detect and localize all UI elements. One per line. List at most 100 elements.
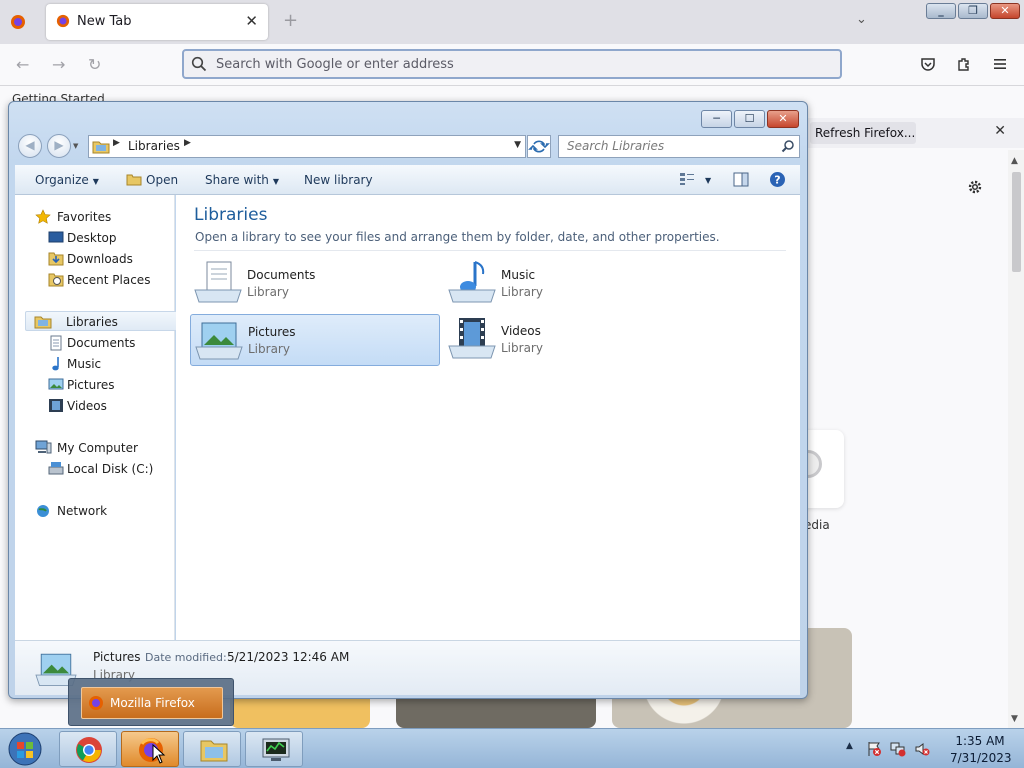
open-button[interactable]: Open (126, 173, 178, 187)
downloads-folder-icon (48, 251, 64, 269)
organize-menu[interactable]: Organize ▼ (35, 173, 99, 187)
tree-item-documents[interactable]: Documents (15, 333, 175, 353)
arrow-left-icon: ◀ (25, 138, 35, 152)
folder-icon (199, 736, 229, 767)
open-folder-icon (126, 174, 142, 186)
share-with-menu[interactable]: Share with ▼ (205, 173, 279, 187)
refresh-button[interactable] (527, 135, 551, 158)
view-options-icon[interactable] (679, 172, 695, 189)
notification-close-icon[interactable]: ✕ (994, 123, 1006, 139)
tab-new-tab[interactable]: New Tab ✕ (46, 4, 268, 40)
address-bar[interactable]: ▶ Libraries ▶ ▼ (88, 135, 526, 158)
action-center-icon[interactable] (866, 741, 882, 760)
back-button[interactable]: ← (16, 55, 29, 74)
restore-button[interactable]: ❐ (958, 3, 988, 19)
tree-item-pictures[interactable]: Pictures (15, 375, 175, 395)
close-button[interactable]: ✕ (990, 3, 1020, 19)
forward-button[interactable]: ▶ (47, 134, 71, 158)
firefox-icon[interactable] (10, 14, 26, 33)
close-button[interactable]: ✕ (767, 110, 799, 128)
computer-icon (35, 440, 52, 458)
search-libraries-input[interactable]: Search Libraries (558, 135, 800, 158)
tree-item-my-computer[interactable]: My Computer (15, 438, 175, 458)
clock-time[interactable]: 1:35 AM (950, 734, 1010, 748)
mouse-cursor-icon (152, 743, 166, 767)
svg-text:?: ? (774, 174, 780, 187)
minimize-button[interactable]: _ (926, 3, 956, 19)
gear-icon[interactable] (966, 178, 984, 199)
taskbar-task-manager[interactable] (245, 731, 303, 767)
chrome-icon (75, 736, 103, 767)
page-scrollbar[interactable]: ▲ ▼ (1008, 150, 1024, 728)
url-placeholder: Search with Google or enter address (216, 57, 454, 72)
documents-icon (49, 335, 63, 354)
pocket-icon[interactable] (920, 56, 936, 75)
tree-item-downloads[interactable]: Downloads (15, 249, 175, 269)
breadcrumb-libraries[interactable]: Libraries (128, 139, 180, 153)
tree-item-local-disk[interactable]: Local Disk (C:) (15, 459, 175, 479)
library-item-documents[interactable]: Documents Library (190, 258, 440, 310)
network-status-icon[interactable] (890, 741, 906, 760)
extensions-icon[interactable] (956, 56, 972, 75)
menu-icon[interactable] (992, 56, 1008, 75)
libraries-content-pane: Libraries Open a library to see your fil… (176, 195, 800, 640)
library-item-pictures[interactable]: Pictures Library (190, 314, 440, 366)
page-subtitle: Open a library to see your files and arr… (195, 230, 720, 244)
minimize-button[interactable]: ─ (701, 110, 732, 128)
drive-icon (48, 461, 64, 479)
refresh-firefox-button[interactable]: Refresh Firefox... (810, 122, 916, 144)
forward-button[interactable]: → (52, 55, 65, 74)
list-all-tabs-button[interactable]: ⌄ (856, 12, 867, 27)
url-bar[interactable]: Search with Google or enter address (182, 49, 842, 79)
start-button[interactable] (6, 731, 44, 767)
new-library-button[interactable]: New library (304, 173, 373, 187)
tree-item-music[interactable]: Music (15, 354, 175, 374)
documents-library-icon (193, 260, 243, 309)
tree-item-recent-places[interactable]: Recent Places (15, 270, 175, 290)
taskbar-chrome[interactable] (59, 731, 117, 767)
pictures-library-icon (194, 317, 244, 366)
recent-pages-dropdown-icon[interactable]: ▼ (73, 142, 78, 150)
scrollbar-thumb[interactable] (1012, 172, 1021, 272)
libraries-folder-icon (92, 139, 110, 157)
firefox-icon (88, 695, 104, 714)
view-dropdown-icon[interactable]: ▼ (705, 176, 711, 185)
volume-muted-icon[interactable] (914, 741, 930, 760)
scroll-up-icon[interactable]: ▲ (1011, 156, 1018, 166)
show-hidden-icons-icon[interactable]: ▲ (846, 741, 853, 751)
tree-item-desktop[interactable]: Desktop (15, 228, 175, 248)
tree-item-network[interactable]: Network (15, 501, 175, 521)
firefox-nav-bar: ← → ↻ Search with Google or enter addres… (0, 44, 1024, 86)
reload-button[interactable]: ↻ (88, 55, 101, 74)
tree-item-favorites[interactable]: Favorites (15, 207, 175, 227)
tab-close-icon[interactable]: ✕ (245, 12, 258, 30)
details-name: Pictures (93, 650, 141, 664)
library-item-music[interactable]: Music Library (444, 258, 694, 310)
libraries-icon (34, 314, 52, 332)
page-title: Libraries (194, 205, 268, 225)
pictures-icon (48, 377, 64, 394)
search-icon[interactable] (781, 139, 795, 156)
scroll-down-icon[interactable]: ▼ (1011, 714, 1018, 724)
breadcrumb-arrow-icon[interactable]: ▶ (184, 138, 191, 148)
maximize-button[interactable]: ☐ (734, 110, 765, 128)
taskbar-firefox[interactable] (121, 731, 179, 767)
preview-item-firefox[interactable]: Mozilla Firefox (81, 687, 223, 719)
network-icon (35, 503, 52, 522)
address-dropdown-icon[interactable]: ▼ (514, 140, 521, 150)
new-tab-button[interactable]: + (283, 10, 298, 31)
back-button[interactable]: ◀ (18, 134, 42, 158)
library-item-videos[interactable]: Videos Library (444, 314, 694, 366)
details-date-label: Date modified: (145, 651, 227, 664)
clock-date[interactable]: 7/31/2023 (950, 751, 1012, 765)
preview-pane-icon[interactable] (733, 172, 749, 190)
tree-item-libraries[interactable]: Libraries (25, 311, 183, 331)
search-placeholder: Search Libraries (567, 139, 665, 153)
firefox-icon (56, 14, 70, 31)
tree-item-videos[interactable]: Videos (15, 396, 175, 416)
help-icon[interactable]: ? (769, 171, 786, 191)
taskbar-explorer[interactable] (183, 731, 241, 767)
divider (194, 250, 786, 251)
breadcrumb-arrow-icon[interactable]: ▶ (113, 138, 120, 148)
firefox-tab-bar: New Tab ✕ + ⌄ _ ❐ ✕ (0, 0, 1024, 44)
